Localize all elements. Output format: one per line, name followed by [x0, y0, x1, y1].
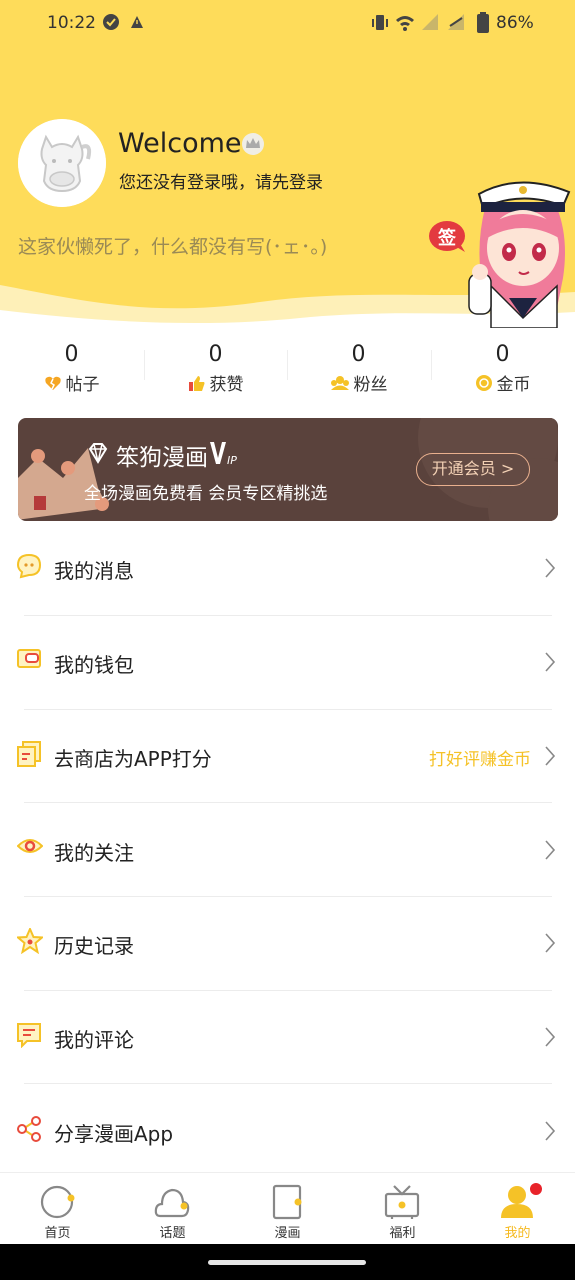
rate-icon: [17, 741, 41, 767]
warning-icon: [131, 16, 143, 28]
login-hint[interactable]: 您还没有登录哦，请先登录: [119, 168, 323, 193]
menu-item-following[interactable]: 我的关注: [0, 804, 575, 898]
menu-item-history[interactable]: 历史记录: [0, 897, 575, 991]
menu-label: 我的评论: [54, 1028, 134, 1052]
notification-dot: [530, 1183, 542, 1195]
vibrate-icon: [372, 15, 388, 30]
chevron-right-icon: [545, 1027, 556, 1047]
tab-label: 漫画: [274, 1226, 301, 1241]
home-gesture-bar[interactable]: [208, 1260, 366, 1265]
fans-icon: [330, 375, 349, 390]
vip-banner[interactable]: 笨狗漫画 IP 全场漫画免费看 会员专区精挑选 开通会员 >: [18, 418, 558, 521]
battery-icon: [477, 12, 489, 33]
menu-item-comments[interactable]: 我的评论: [0, 991, 575, 1085]
menu-item-wallet[interactable]: 我的钱包: [0, 616, 575, 710]
stat-label: 粉丝: [353, 375, 388, 395]
check-circle-icon: [103, 14, 119, 30]
stat-value: 0: [351, 342, 366, 367]
signal-icon: [422, 14, 438, 30]
chevron-right-icon: [545, 933, 556, 953]
menu-label: 去商店为APP打分: [54, 747, 212, 771]
menu-label: 历史记录: [54, 934, 134, 958]
eye-icon: [17, 839, 43, 853]
vip-title: 笨狗漫画: [116, 445, 208, 471]
tab-welfare[interactable]: 福利: [345, 1173, 460, 1245]
no-signal-icon: [448, 14, 464, 30]
menu-item-rate-app[interactable]: 去商店为APP打分 打好评赚金币: [0, 710, 575, 804]
status-time: 10:22: [47, 13, 96, 33]
stat-divider: [287, 350, 288, 380]
menu-divider: [24, 1083, 552, 1084]
comment-icon: [17, 1023, 41, 1048]
stat-divider: [431, 350, 432, 380]
tab-label: 首页: [44, 1226, 71, 1241]
tab-comic[interactable]: 漫画: [230, 1173, 345, 1245]
diamond-icon: [88, 443, 108, 464]
stat-value: 0: [495, 342, 510, 367]
menu-item-messages[interactable]: 我的消息: [0, 522, 575, 616]
stat-coins[interactable]: 0 金币: [431, 340, 574, 396]
avatar[interactable]: [18, 119, 106, 207]
sign-label: 签: [438, 228, 456, 249]
tab-label: 福利: [389, 1226, 416, 1241]
stat-fans[interactable]: 0 粉丝: [287, 340, 430, 395]
tv-icon: [384, 1185, 420, 1219]
tab-topic[interactable]: 话题: [115, 1173, 230, 1245]
status-bar: 10:22 86%: [0, 0, 575, 48]
earn-coins-hint: 打好评赚金币: [429, 750, 531, 770]
comic-icon: [272, 1184, 302, 1220]
chevron-right-icon: [545, 1121, 556, 1141]
battery-percent: 86%: [496, 13, 534, 33]
chevron-right-icon: [545, 746, 556, 766]
home-icon: [40, 1185, 75, 1219]
menu-item-share[interactable]: 分享漫画App: [0, 1085, 575, 1179]
tab-label: 话题: [159, 1226, 186, 1241]
tab-home[interactable]: 首页: [0, 1173, 115, 1245]
user-bio: 这家伙懒死了，什么都没有写(･ェ･。): [18, 236, 328, 258]
stat-divider: [144, 350, 145, 380]
stat-posts[interactable]: 0 帖子: [0, 340, 143, 395]
menu-label: 我的消息: [54, 559, 134, 583]
topic-icon: [154, 1188, 190, 1218]
stat-label: 获赞: [209, 375, 244, 395]
profile-header: 10:22 86% Welcome 您还没有登录哦，请先登录 这家伙懒死了，什么…: [0, 0, 575, 335]
stat-value: 0: [64, 342, 79, 367]
message-icon: [17, 553, 41, 579]
crown-badge-icon: [242, 133, 264, 155]
stat-value: 0: [208, 342, 223, 367]
tab-label: 我的: [504, 1226, 531, 1241]
wallet-icon: [17, 649, 41, 668]
mascot-sailor-girl: [468, 181, 571, 328]
menu-divider: [24, 802, 552, 803]
chevron-right-icon: [545, 840, 556, 860]
stat-label: 帖子: [65, 375, 100, 395]
wifi-icon: [396, 16, 414, 31]
coin-icon: [475, 374, 492, 391]
bottom-tab-bar: 首页 话题 漫画 福利 我的: [0, 1172, 575, 1244]
stat-label: 金币: [496, 375, 531, 395]
welcome-title: Welcome: [118, 128, 242, 159]
stat-likes[interactable]: 0 获赞: [144, 340, 287, 396]
chevron-right-icon: [545, 558, 556, 578]
system-nav-bar: [0, 1244, 575, 1280]
sign-in-button[interactable]: 签: [429, 220, 467, 254]
star-icon: [17, 928, 43, 954]
tab-mine[interactable]: 我的: [460, 1173, 575, 1245]
open-vip-button[interactable]: 开通会员 >: [416, 453, 530, 486]
chevron-right-icon: [545, 652, 556, 672]
vip-subtitle: 全场漫画免费看 会员专区精挑选: [84, 484, 328, 504]
vip-logo-icon: IP: [210, 442, 237, 466]
svg-text:IP: IP: [227, 454, 237, 466]
menu-label: 分享漫画App: [54, 1122, 174, 1146]
thumbs-up-icon: [188, 375, 204, 391]
menu-label: 我的钱包: [54, 653, 134, 677]
horse-avatar-icon: [18, 119, 106, 207]
broken-heart-icon: [44, 376, 61, 390]
share-icon: [17, 1116, 41, 1142]
menu-label: 我的关注: [54, 841, 134, 865]
